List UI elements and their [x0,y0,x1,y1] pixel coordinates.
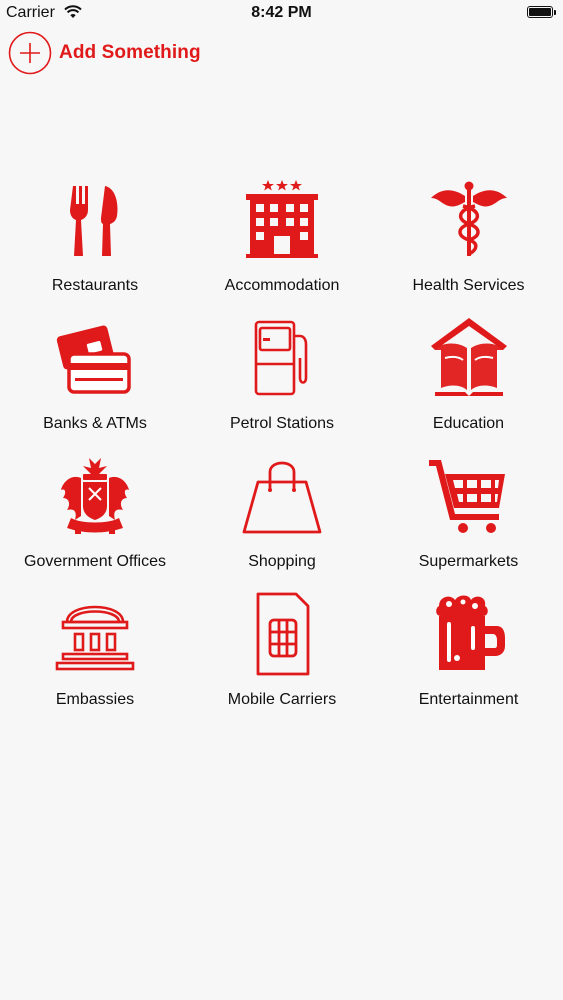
fork-knife-icon [70,186,118,256]
add-something-button[interactable]: Add Something [8,31,201,75]
category-entertainment[interactable]: Entertainment [374,588,563,726]
category-label: Entertainment [418,691,519,708]
category-label: Restaurants [51,277,139,294]
plus-circle-icon [8,31,52,75]
category-mobile-carriers[interactable]: Mobile Carriers [190,588,374,726]
category-label: Petrol Stations [229,415,335,432]
hotel-icon [246,180,318,258]
category-label: Supermarkets [418,553,519,570]
category-label: Shopping [248,553,316,570]
category-restaurants[interactable]: Restaurants [0,174,190,312]
category-health-services[interactable]: Health Services [374,174,563,312]
sim-card-icon [256,592,310,676]
category-grid: Restaurants Accommodation Health Service… [0,174,563,726]
category-banks-atms[interactable]: Banks & ATMs [0,312,190,450]
coat-of-arms-icon [61,458,129,534]
category-label: Accommodation [224,277,340,294]
category-supermarkets[interactable]: Supermarkets [374,450,563,588]
category-label: Embassies [55,691,135,708]
clock: 8:42 PM [251,4,312,21]
book-house-icon [430,318,507,396]
shopping-bag-icon [242,461,322,534]
status-bar: Carrier 8:42 PM [0,0,563,28]
category-label: Education [432,415,505,432]
category-accommodation[interactable]: Accommodation [190,174,374,312]
category-government-offices[interactable]: Government Offices [0,450,190,588]
credit-card-icon [56,325,131,394]
category-petrol-stations[interactable]: Petrol Stations [190,312,374,450]
fuel-pump-icon [254,320,308,396]
category-label: Mobile Carriers [227,691,337,708]
caduceus-icon [430,181,507,256]
category-label: Banks & ATMs [43,415,147,432]
embassy-building-icon [55,605,135,671]
beer-mug-icon [435,595,505,670]
category-embassies[interactable]: Embassies [0,588,190,726]
add-something-label: Add Something [59,42,201,63]
category-education[interactable]: Education [374,312,563,450]
shopping-cart-icon [428,460,505,533]
category-label: Health Services [412,277,525,294]
battery-icon [527,6,556,18]
category-label: Government Offices [24,553,166,570]
category-shopping[interactable]: Shopping [190,450,374,588]
